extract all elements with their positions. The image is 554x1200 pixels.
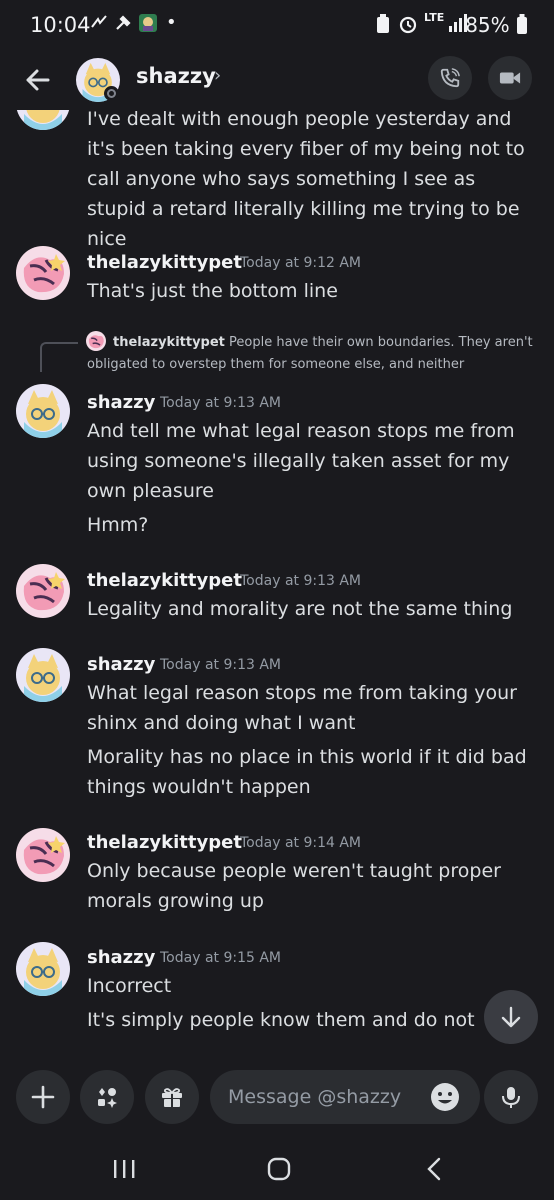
avatar[interactable]: [16, 648, 70, 702]
avatar[interactable]: [16, 942, 70, 996]
message-timestamp: Today at 9:13 AM: [160, 395, 282, 411]
avatar[interactable]: [16, 564, 70, 618]
message-text: Hmm?: [87, 514, 149, 536]
message-text: That's just the bottom line: [87, 280, 338, 302]
message-author[interactable]: shazzy: [87, 392, 155, 413]
apps-button[interactable]: [80, 1070, 134, 1124]
message-author[interactable]: shazzy: [87, 654, 155, 675]
voice-message-button[interactable]: [484, 1070, 538, 1124]
message-text: What legal reason stops me from taking y…: [87, 682, 517, 734]
alarm-icon: [398, 14, 418, 38]
video-icon: [499, 72, 521, 84]
avatar[interactable]: [16, 110, 70, 130]
message-text: And tell me what legal reason stops me f…: [87, 420, 515, 502]
system-back-button[interactable]: [424, 1156, 444, 1182]
tools-icon: [114, 14, 132, 36]
emoji-button[interactable]: [430, 1082, 460, 1112]
message-text: Morality has no place in this world if i…: [87, 746, 527, 798]
chevron-right-icon[interactable]: ›: [214, 65, 221, 86]
message-timestamp: Today at 9:13 AM: [160, 657, 282, 673]
reply-connector: [40, 342, 78, 372]
recent-apps-button[interactable]: [112, 1158, 136, 1180]
reply-author: thelazykittypet: [113, 335, 225, 350]
status-bar: 10:04 • LTE 85%: [0, 0, 554, 52]
system-navigation-bar: [0, 1140, 554, 1200]
battery-level: 85%: [465, 13, 528, 37]
message-timestamp: Today at 9:12 AM: [240, 255, 362, 271]
reply-preview[interactable]: thelazykittypet People have their own bo…: [87, 332, 537, 376]
avatar[interactable]: [16, 384, 70, 438]
status-indicator: [104, 86, 119, 101]
message-timestamp: Today at 9:13 AM: [240, 573, 362, 589]
add-attachment-button[interactable]: [16, 1070, 70, 1124]
message-author[interactable]: shazzy: [87, 947, 155, 968]
sync-icon: [90, 14, 108, 34]
message-timestamp: Today at 9:15 AM: [160, 950, 282, 966]
message-text: Legality and morality are not the same t…: [87, 598, 513, 620]
status-time: 10:04: [30, 13, 91, 37]
message-text: It's simply people know them and do not …: [87, 1009, 477, 1031]
scroll-down-icon: [501, 1006, 521, 1028]
battery-saver-icon: [376, 14, 390, 38]
video-call-button[interactable]: [488, 56, 532, 100]
message-timestamp: Today at 9:14 AM: [240, 835, 362, 851]
message-list[interactable]: I've dealt with enough people yesterday …: [0, 110, 554, 1060]
battery-icon: [517, 14, 527, 34]
apps-icon: [98, 1088, 117, 1108]
lte-indicator: LTE: [424, 11, 445, 24]
conversation-header: shazzy ›: [0, 52, 554, 110]
phone-icon: [440, 68, 460, 88]
home-button[interactable]: [266, 1156, 292, 1182]
back-arrow-icon: [26, 69, 50, 91]
message-author[interactable]: thelazykittypet: [87, 252, 242, 273]
message-composer: [0, 1060, 554, 1140]
message-text: Only because people weren't taught prope…: [87, 860, 501, 912]
back-button[interactable]: [20, 62, 60, 102]
message-text: Incorrect: [87, 975, 172, 997]
conversation-title[interactable]: shazzy: [136, 64, 216, 88]
message-text: I've dealt with enough people yesterday …: [87, 110, 525, 250]
jump-to-present-button[interactable]: [484, 990, 538, 1044]
more-notifications-dot: •: [166, 12, 177, 33]
gift-button[interactable]: [145, 1070, 199, 1124]
microphone-icon: [502, 1087, 520, 1108]
voice-call-button[interactable]: [428, 56, 472, 100]
emoji-icon: [431, 1083, 459, 1111]
message-author[interactable]: thelazykittypet: [87, 832, 242, 853]
avatar[interactable]: [16, 828, 70, 882]
message-author[interactable]: thelazykittypet: [87, 570, 242, 591]
battery-percent: 85%: [465, 13, 510, 37]
app-notification-icon: [138, 13, 158, 37]
plus-icon: [31, 1085, 55, 1109]
avatar[interactable]: [16, 246, 70, 300]
gift-icon: [162, 1088, 182, 1107]
